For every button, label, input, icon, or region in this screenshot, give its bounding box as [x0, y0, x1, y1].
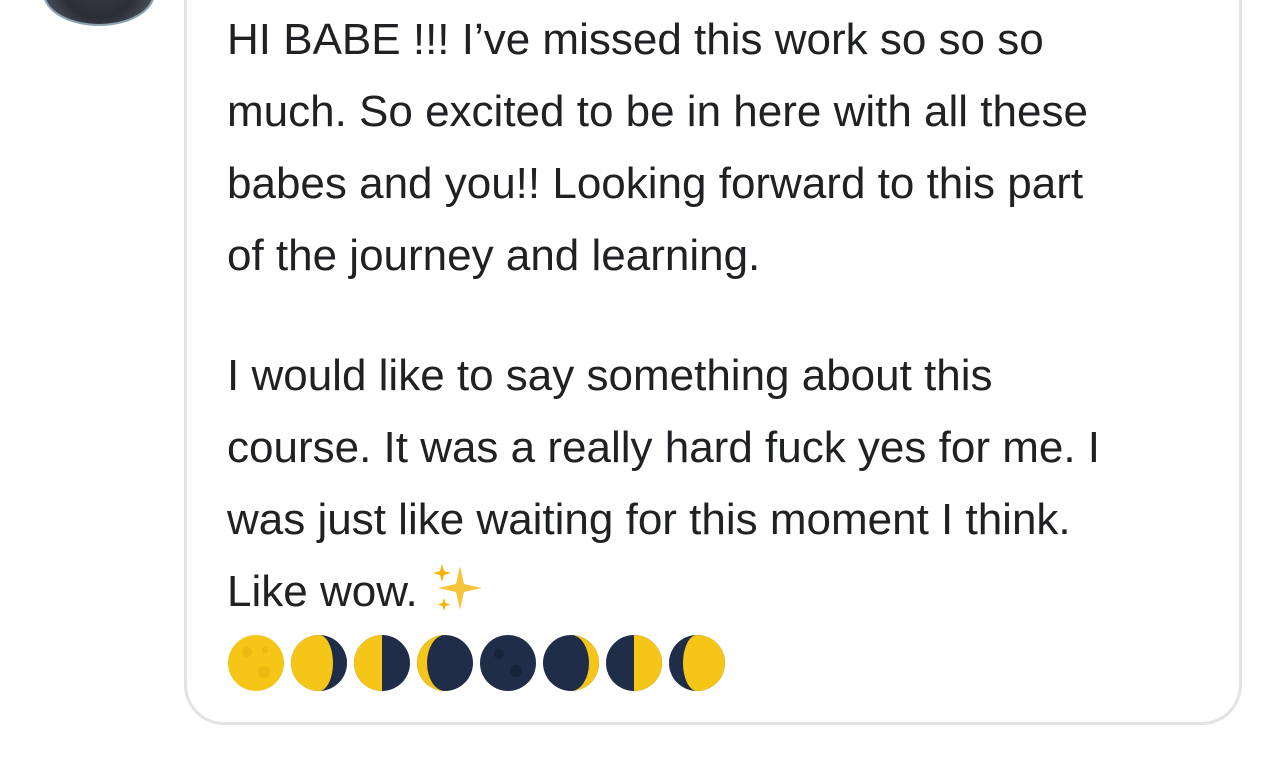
full-moon-icon	[228, 635, 284, 691]
comment-paragraph-1: HI BABE !!! I’ve missed this work so so …	[227, 15, 1088, 280]
comment-paragraph-2: I would like to say something about this…	[227, 340, 1217, 628]
waxing-gibbous-moon-icon	[669, 635, 725, 691]
moon-phases-emoji-row	[227, 634, 726, 692]
sparkles-icon	[432, 564, 482, 611]
waning-crescent-moon-icon	[417, 635, 473, 691]
avatar[interactable]	[45, 0, 153, 24]
last-quarter-moon-icon	[354, 635, 410, 691]
new-moon-icon	[480, 635, 536, 691]
comment-paragraph-2-text: I would like to say something about this…	[227, 351, 1100, 616]
waning-gibbous-moon-icon	[291, 635, 347, 691]
first-quarter-moon-icon	[606, 635, 662, 691]
waxing-crescent-moon-icon	[543, 635, 599, 691]
